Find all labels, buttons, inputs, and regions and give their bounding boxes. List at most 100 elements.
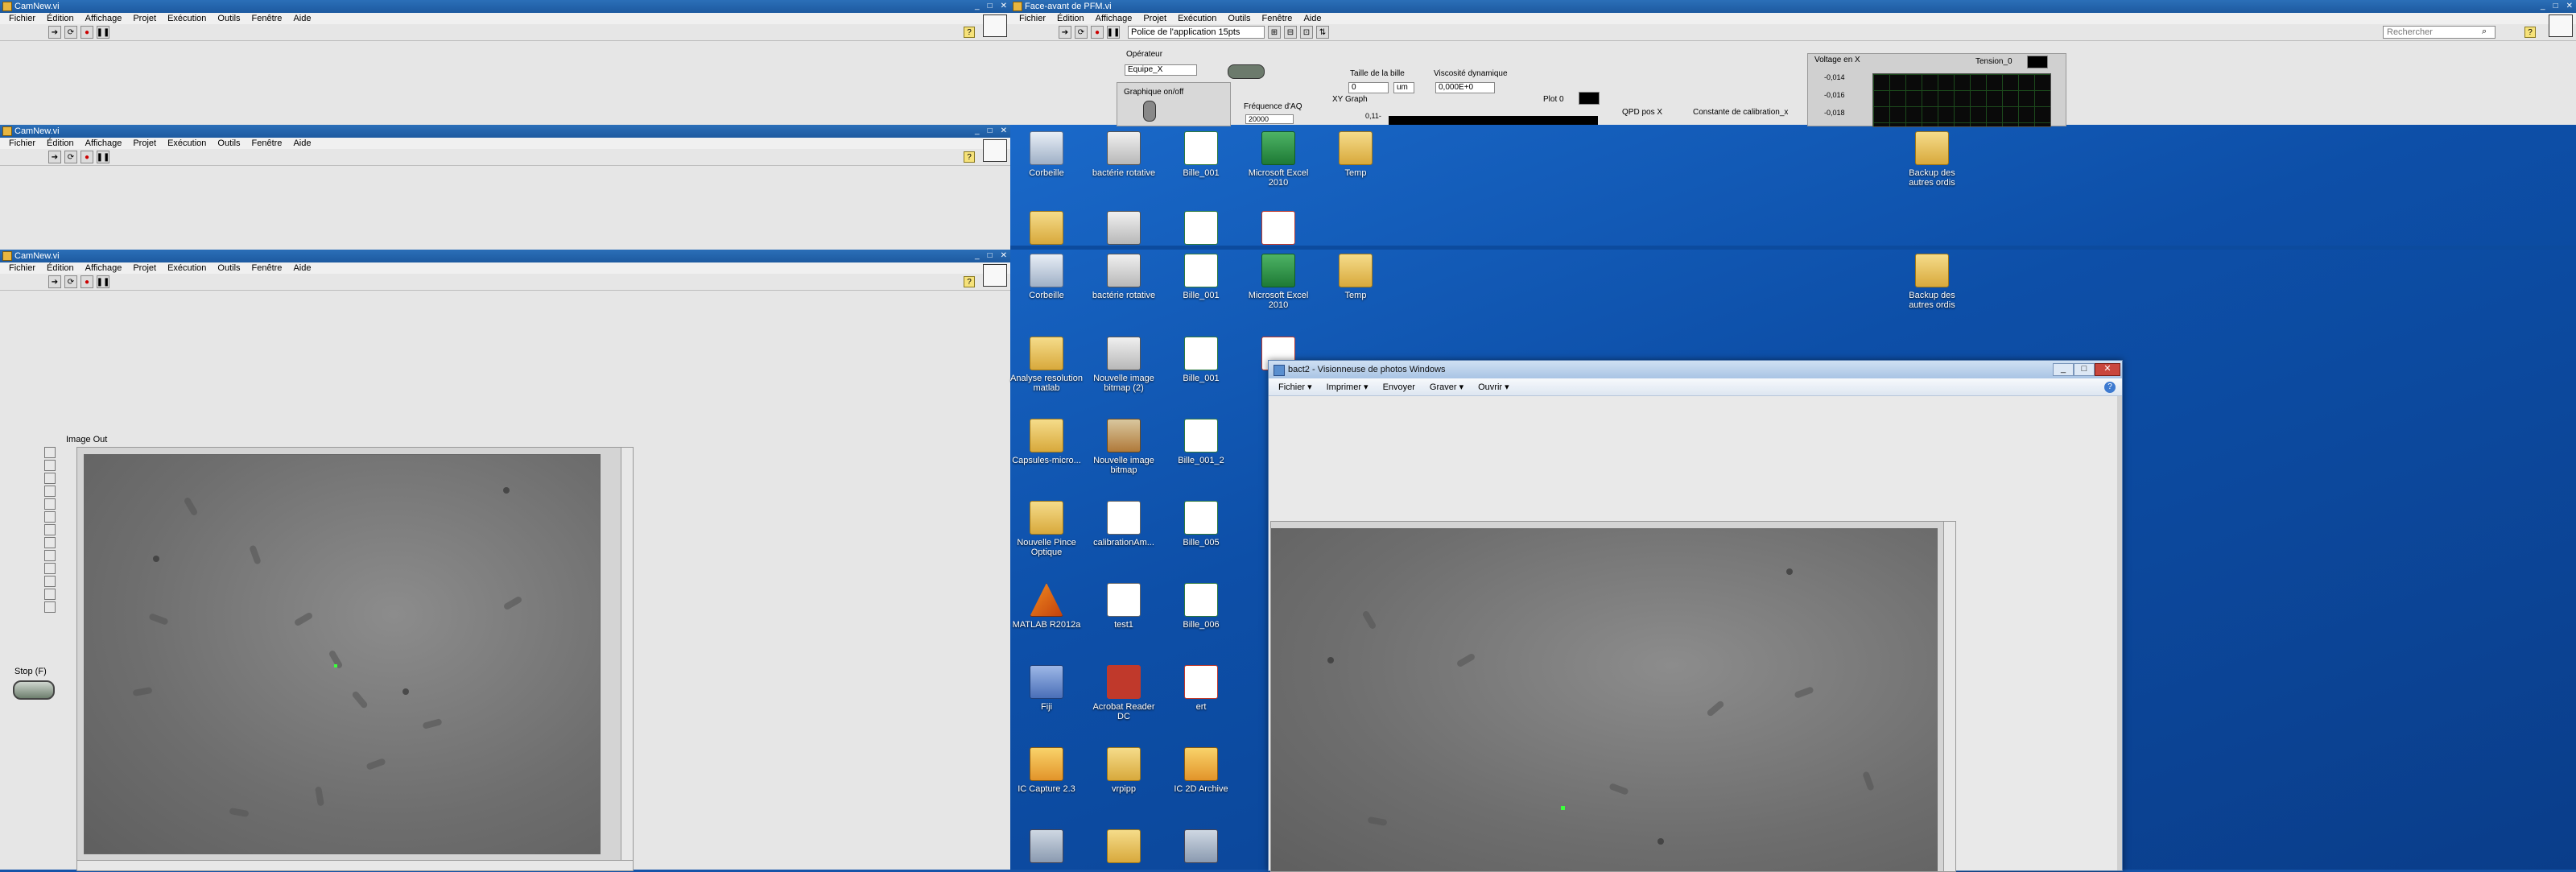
run-continuous-icon[interactable]: ⟳	[64, 275, 77, 288]
viewed-microscope-image[interactable]	[1271, 528, 1938, 871]
maximize-icon[interactable]: □	[2553, 0, 2558, 13]
desktop-icon[interactable]: Backup des autres ordis	[1896, 131, 1968, 188]
menu-file[interactable]: Fichier	[3, 262, 41, 274]
minimize-icon[interactable]: _	[975, 250, 980, 262]
menu-window[interactable]: Fenêtre	[246, 138, 288, 149]
voltage-chart-plot[interactable]	[1872, 73, 2051, 127]
abort-icon[interactable]: ●	[1091, 26, 1104, 39]
desktop-icon[interactable]: Capsules-micro...	[1010, 419, 1083, 465]
desktop-icon[interactable]: MATLAB R2012a	[1010, 583, 1083, 630]
menu-file[interactable]: Fichier	[3, 13, 41, 24]
graph-toggle-switch[interactable]	[1143, 101, 1156, 122]
desktop-icon[interactable]	[1165, 829, 1237, 866]
window-titlebar[interactable]: CamNew.vi _ □ ✕	[0, 250, 1010, 262]
maximize-icon[interactable]: □	[988, 0, 993, 13]
minimize-icon[interactable]: _	[2541, 0, 2545, 13]
menu-tools[interactable]: Outils	[212, 13, 246, 24]
menu-edit[interactable]: Édition	[41, 262, 80, 274]
freq-field[interactable]: 20000	[1245, 114, 1294, 124]
desktop-icon[interactable]: bactérie rotative	[1088, 131, 1160, 178]
close-icon[interactable]: ✕	[2566, 0, 2573, 13]
search-icon[interactable]: ⌕	[2482, 27, 2487, 37]
menu-execute[interactable]: Exécution	[162, 262, 212, 274]
context-help-icon[interactable]: ?	[964, 151, 975, 163]
menu-execute[interactable]: Exécution	[1172, 13, 1222, 24]
vertical-scrollbar[interactable]	[1943, 522, 1955, 871]
stop-button[interactable]	[13, 680, 55, 700]
desktop-icon[interactable]: Bille_006	[1165, 583, 1237, 630]
minimize-icon[interactable]: _	[975, 125, 980, 138]
desktop-icon[interactable]: IC 2D Archive	[1165, 747, 1237, 794]
menu-file[interactable]: Fichier	[1013, 13, 1051, 24]
font-select[interactable]: Police de l'application 15pts	[1128, 26, 1265, 39]
desktop-icon[interactable]: Nouvelle image bitmap	[1088, 419, 1160, 475]
microscope-image[interactable]	[84, 454, 601, 854]
pointer-icon[interactable]	[44, 460, 56, 471]
menu-view[interactable]: Affichage	[80, 13, 128, 24]
menu-window[interactable]: Fenêtre	[246, 262, 288, 274]
freehand-icon[interactable]	[44, 563, 56, 574]
menu-project[interactable]: Projet	[127, 138, 162, 149]
desktop-icon[interactable]: Microsoft Excel 2010	[1242, 254, 1315, 310]
desktop-icon[interactable]: Bille_001	[1165, 337, 1237, 383]
desktop-icon[interactable]: Backup des autres ordis	[1896, 254, 1968, 310]
desktop-icon[interactable]: Corbeille	[1010, 131, 1083, 178]
maximize-icon[interactable]: □	[2074, 363, 2095, 376]
bead-size-field[interactable]: 0	[1348, 82, 1389, 93]
rectangle-icon[interactable]	[44, 511, 56, 523]
horizontal-scrollbar[interactable]	[77, 860, 633, 870]
desktop-icon[interactable]: test1	[1088, 583, 1160, 630]
desktop-icon[interactable]: Nouvelle Pince Optique	[1010, 501, 1083, 557]
desktop-icon[interactable]: Microsoft Excel 2010	[1242, 131, 1315, 188]
menu-edit[interactable]: Édition	[1051, 13, 1090, 24]
menu-file[interactable]: Fichier ▾	[1278, 382, 1312, 392]
operator-field[interactable]: Equipe_X	[1125, 64, 1197, 76]
desktop-icon[interactable]: Bille_001	[1165, 131, 1237, 178]
menu-help[interactable]: Aide	[287, 138, 316, 149]
tension-legend-icon[interactable]	[2027, 56, 2048, 68]
line-icon[interactable]	[44, 498, 56, 510]
desktop-icon[interactable]	[1088, 211, 1160, 248]
menu-execute[interactable]: Exécution	[162, 138, 212, 149]
broken-line-icon[interactable]	[44, 589, 56, 600]
pause-icon[interactable]: ❚❚	[1107, 26, 1120, 39]
run-continuous-icon[interactable]: ⟳	[64, 26, 77, 39]
viscosity-field[interactable]: 0,000E+0	[1435, 82, 1495, 93]
menu-execute[interactable]: Exécution	[162, 13, 212, 24]
zoom-icon[interactable]	[44, 447, 56, 458]
oval-icon[interactable]	[44, 537, 56, 548]
search-input[interactable]: Rechercher	[2383, 26, 2496, 39]
run-continuous-icon[interactable]: ⟳	[1075, 26, 1088, 39]
bead-unit[interactable]: um	[1393, 82, 1414, 93]
help-icon[interactable]: ?	[2104, 382, 2116, 393]
desktop-icon[interactable]: Temp	[1319, 131, 1392, 178]
menu-tools[interactable]: Outils	[1222, 13, 1256, 24]
desktop-icon[interactable]: Bille_001	[1165, 254, 1237, 300]
run-continuous-icon[interactable]: ⟳	[64, 151, 77, 163]
desktop-icon[interactable]: Bille_001_2	[1165, 419, 1237, 465]
menu-project[interactable]: Projet	[1137, 13, 1172, 24]
desktop-icon[interactable]: ert	[1165, 665, 1237, 712]
menu-help[interactable]: Aide	[1298, 13, 1327, 24]
menu-print[interactable]: Imprimer ▾	[1327, 382, 1368, 392]
resize-icon[interactable]: ⊡	[1300, 26, 1313, 39]
plot-legend-icon[interactable]	[1579, 92, 1600, 105]
menu-view[interactable]: Affichage	[80, 138, 128, 149]
desktop-icon[interactable]: Bille_005	[1165, 501, 1237, 548]
desktop-icon[interactable]: Acrobat Reader DC	[1088, 665, 1160, 721]
freehand-line-icon[interactable]	[44, 601, 56, 613]
menu-view[interactable]: Affichage	[1090, 13, 1138, 24]
pause-icon[interactable]: ❚❚	[97, 26, 109, 39]
close-icon[interactable]: ✕	[1001, 125, 1007, 138]
desktop-icon[interactable]: Nouvelle image bitmap (2)	[1088, 337, 1160, 393]
window-titlebar[interactable]: Face-avant de PFM.vi _ □ ✕	[1010, 0, 2576, 13]
desktop-icon[interactable]	[1165, 211, 1237, 248]
menu-view[interactable]: Affichage	[80, 262, 128, 274]
close-icon[interactable]: ✕	[2095, 363, 2120, 376]
menu-edit[interactable]: Édition	[41, 138, 80, 149]
menu-tools[interactable]: Outils	[212, 138, 246, 149]
distribute-icon[interactable]: ⊟	[1284, 26, 1297, 39]
desktop-icon[interactable]	[1010, 829, 1083, 866]
menu-window[interactable]: Fenêtre	[246, 13, 288, 24]
desktop-icon[interactable]: Temp	[1319, 254, 1392, 300]
